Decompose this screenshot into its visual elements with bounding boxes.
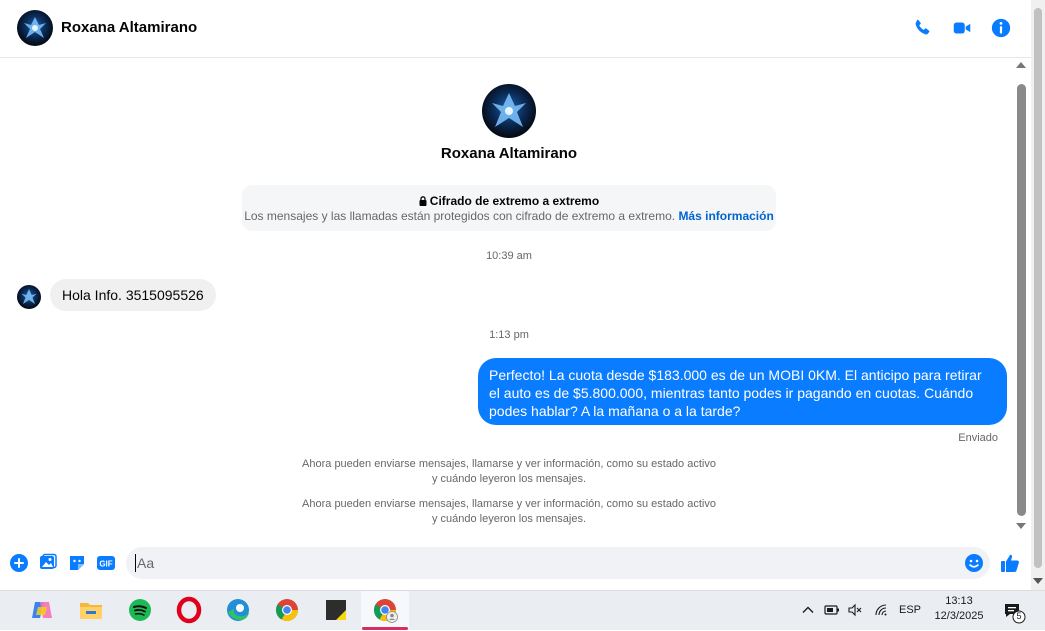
contact-avatar[interactable] (17, 10, 53, 46)
system-message: Ahora pueden enviarse mensajes, llamarse… (289, 457, 729, 486)
sticky-notes-icon[interactable] (321, 595, 351, 625)
sticker-icon[interactable] (67, 553, 87, 573)
spotify-icon[interactable] (125, 595, 155, 625)
sender-avatar[interactable] (17, 285, 41, 309)
incoming-message-bubble[interactable]: Hola Info. 3515095526 (50, 279, 216, 311)
language-indicator[interactable]: ESP (899, 604, 921, 616)
gif-icon[interactable]: GIF (96, 553, 116, 573)
clock-time: 13:13 (945, 595, 973, 607)
image-icon[interactable] (38, 553, 58, 573)
encryption-notice: Cifrado de extremo a extremo Los mensaje… (242, 185, 776, 231)
chevron-up-icon[interactable] (801, 603, 815, 622)
window-scroll-down-arrow[interactable] (1033, 578, 1043, 584)
copilot-icon[interactable] (27, 595, 57, 625)
text-caret (135, 554, 136, 572)
volume-muted-icon[interactable] (847, 603, 863, 622)
timestamp: 1:13 pm (489, 329, 529, 341)
system-message-line: y cuándo leyeron los mensajes. (431, 512, 587, 525)
system-message: Ahora pueden enviarse mensajes, llamarse… (289, 497, 729, 526)
system-message-line: Ahora pueden enviarse mensajes, llamarse… (302, 458, 716, 470)
notifications-icon[interactable]: 5 (1002, 600, 1028, 631)
message-input-placeholder: Aa (137, 555, 155, 571)
outgoing-message-bubble[interactable]: Perfecto! La cuota desde $183.000 es de … (478, 358, 1007, 425)
encryption-description: Los mensajes y las llamadas están proteg… (242, 209, 776, 223)
encryption-title: Cifrado de extremo a extremo (242, 194, 776, 209)
wifi-icon[interactable] (873, 603, 889, 622)
timestamp: 10:39 am (486, 250, 532, 262)
scroll-down-arrow[interactable] (1016, 523, 1026, 529)
notification-count: 5 (1016, 611, 1022, 621)
profile-name: Roxana Altamirano (440, 145, 578, 162)
scroll-up-arrow[interactable] (1016, 62, 1026, 68)
message-status: Enviado (958, 432, 998, 444)
file-explorer-icon[interactable] (76, 595, 106, 625)
profile-avatar[interactable] (482, 84, 536, 138)
system-message-line: y cuándo leyeron los mensajes. (431, 472, 587, 485)
edge-icon[interactable] (223, 595, 253, 625)
message-input[interactable]: Aa (126, 547, 990, 579)
battery-icon[interactable] (823, 603, 841, 622)
video-camera-icon[interactable] (951, 17, 973, 39)
clock[interactable]: 13:13 12/3/2025 (928, 595, 990, 622)
system-message-line: Ahora pueden enviarse mensajes, llamarse… (302, 498, 716, 510)
opera-icon[interactable] (174, 595, 204, 625)
encryption-title-text: Cifrado de extremo a extremo (429, 194, 600, 208)
chat-header: Roxana Altamirano (0, 0, 1045, 58)
encryption-description-text: Los mensajes y las llamadas están proteg… (244, 209, 676, 223)
phone-icon[interactable] (911, 17, 933, 39)
window-scrollbar-thumb[interactable] (1034, 8, 1042, 568)
gif-label: GIF (99, 560, 112, 569)
contact-name[interactable]: Roxana Altamirano (61, 19, 197, 36)
thumbs-up-icon[interactable] (999, 552, 1021, 574)
lock-icon (419, 195, 427, 209)
scrollbar-thumb[interactable] (1017, 84, 1026, 516)
chrome-profile-icon[interactable] (370, 595, 400, 625)
more-info-link[interactable]: Más información (678, 209, 773, 223)
clock-date: 12/3/2025 (934, 610, 984, 622)
emoji-icon[interactable] (964, 553, 984, 573)
plus-icon[interactable] (9, 553, 29, 573)
info-icon[interactable] (990, 17, 1012, 39)
chrome-icon[interactable] (272, 595, 302, 625)
